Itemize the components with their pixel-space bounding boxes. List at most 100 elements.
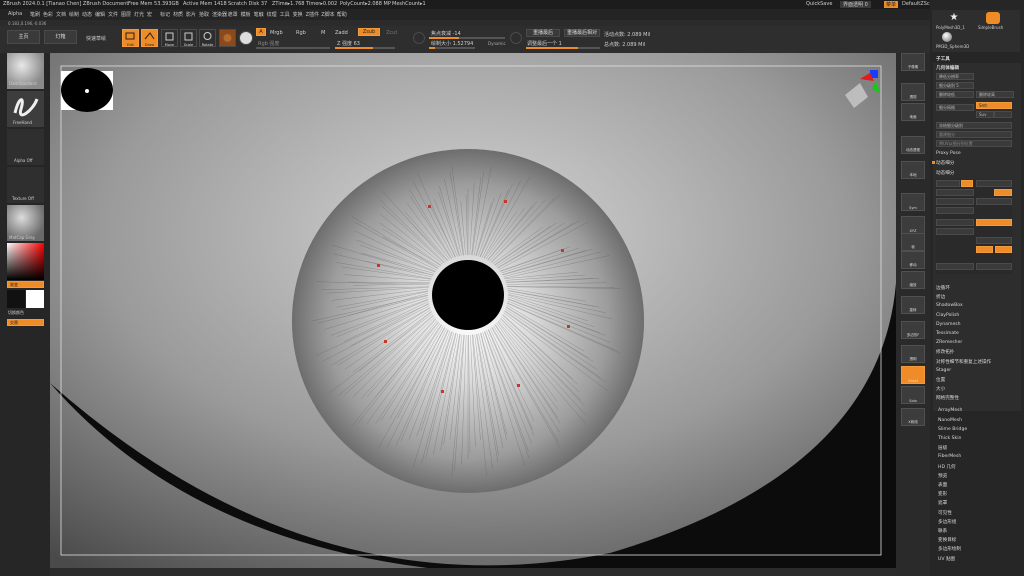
- menu-item[interactable]: 标记: [160, 11, 170, 18]
- subpalette-item[interactable]: ZRemesher: [936, 340, 962, 345]
- subpalette-item[interactable]: 边循环: [936, 285, 950, 291]
- menu-item[interactable]: 帮助: [337, 11, 347, 18]
- menu-item[interactable]: 遮罩: [228, 11, 238, 18]
- menus-button[interactable]: 菜单: [884, 1, 899, 8]
- subpalette-item[interactable]: 可见性: [938, 510, 952, 516]
- m-button[interactable]: M: [321, 30, 325, 36]
- shelf-button[interactable]: 动态透视: [901, 136, 925, 154]
- subpalette-item[interactable]: Thick Skin: [938, 436, 961, 441]
- subtool-header[interactable]: 子工具: [936, 56, 950, 62]
- subpalette-item[interactable]: 联系: [938, 528, 947, 534]
- shelf-button[interactable]: 本地: [901, 161, 925, 179]
- subpalette-item[interactable]: ArrayMesh: [938, 408, 962, 413]
- menu-item[interactable]: 笔触: [254, 11, 264, 18]
- shelf-button[interactable]: 地面: [901, 103, 925, 121]
- dyn-option-8[interactable]: [936, 207, 974, 214]
- shelf-button[interactable]: 透视: [901, 83, 925, 101]
- subpalette-item[interactable]: ShadowBox: [936, 303, 963, 308]
- draw-size-slider[interactable]: 绘制大小 1.52794: [431, 40, 473, 47]
- uv-to-position-button[interactable]: 将UV从细分到位置: [936, 140, 1012, 147]
- proxy-pose-item[interactable]: Proxy Pose: [936, 151, 961, 156]
- geometry-header[interactable]: 几何体编辑: [936, 65, 959, 71]
- subpalette-item[interactable]: Dynamesh: [936, 322, 961, 327]
- lower-res-button[interactable]: 降低分辨率: [936, 73, 974, 80]
- edit-button[interactable]: Edit: [122, 29, 139, 47]
- shelf-button[interactable]: 移动: [901, 251, 925, 269]
- subpalette-item[interactable]: 多边形组: [938, 519, 956, 525]
- quicksave-button[interactable]: QuickSave: [806, 1, 832, 7]
- dyn-option-14[interactable]: [995, 246, 1012, 253]
- menu-item[interactable]: 灯光: [134, 11, 144, 18]
- shelf-button[interactable]: 子像素: [901, 53, 925, 71]
- rgb-intensity-slider[interactable]: Rgb 强度: [258, 40, 279, 47]
- dyn-option-3[interactable]: [976, 180, 1012, 187]
- subpalette-item[interactable]: UV 贴图: [938, 556, 955, 562]
- subpalette-item[interactable]: 修改拓扑: [936, 349, 954, 355]
- dyn-option-6[interactable]: [936, 198, 974, 205]
- zadd-button[interactable]: Zadd: [335, 30, 348, 36]
- subpalette-item[interactable]: Slime Bridge: [938, 427, 967, 432]
- dyn-option-13[interactable]: [976, 246, 993, 253]
- gradient-button[interactable]: 渐变: [7, 281, 44, 288]
- rotate-button[interactable]: Rotate: [199, 29, 216, 47]
- smt-toggle[interactable]: Smt: [976, 102, 1012, 109]
- dyn-option-12[interactable]: [976, 237, 1012, 244]
- suv-toggle[interactable]: Suv: [976, 111, 994, 118]
- subpalette-item[interactable]: 表面: [938, 482, 947, 488]
- a-button[interactable]: A: [256, 28, 266, 36]
- scale-button[interactable]: Scale: [180, 29, 197, 47]
- dyn-option-15[interactable]: [936, 263, 974, 270]
- draw-size-track[interactable]: [429, 47, 475, 49]
- shelf-button[interactable]: 帧: [901, 233, 925, 251]
- subpalette-item[interactable]: 大小: [936, 386, 945, 392]
- material-swatch[interactable]: [219, 29, 236, 47]
- shelf-button[interactable]: Sym: [901, 193, 925, 211]
- dyn-option-2[interactable]: [961, 180, 973, 187]
- replay-last-button[interactable]: 重播最后: [526, 29, 560, 37]
- reconstruct-subdiv-button[interactable]: 重建细分: [936, 131, 1012, 138]
- menu-item[interactable]: 影片: [186, 11, 196, 18]
- delete-lower-button[interactable]: 删除较低: [936, 91, 974, 98]
- shelf-button[interactable]: Ghost: [901, 366, 925, 384]
- shelf-button[interactable]: 透明: [901, 345, 925, 363]
- sphere-tool-thumb[interactable]: [942, 32, 952, 42]
- lightbox-button[interactable]: 灯箱: [44, 30, 77, 44]
- menu-item[interactable]: 渲染器: [212, 11, 227, 18]
- menu-item[interactable]: 文档: [56, 11, 66, 18]
- subpalette-item[interactable]: FiberMesh: [938, 454, 961, 459]
- menu-item[interactable]: 变换: [293, 11, 303, 18]
- subpalette-item[interactable]: 层级: [938, 445, 947, 451]
- primary-color-swatch[interactable]: [7, 290, 25, 308]
- menu-item[interactable]: 编辑: [95, 11, 105, 18]
- shelf-button[interactable]: XYZ: [901, 216, 925, 234]
- divide-button[interactable]: 细分网格: [936, 104, 974, 111]
- focal-shift-slider[interactable]: 焦点衰减 -14: [431, 30, 461, 37]
- shelf-button[interactable]: 缩放: [901, 271, 925, 289]
- menu-item[interactable]: Z插件: [306, 11, 319, 18]
- dyn-option-4[interactable]: [936, 189, 974, 196]
- dynamic-toggle[interactable]: Dynamic: [488, 41, 506, 46]
- reuv-toggle[interactable]: [994, 111, 1012, 118]
- menu-item[interactable]: 工具: [280, 11, 290, 18]
- rgb-intensity-track[interactable]: [256, 47, 330, 49]
- color-picker[interactable]: [7, 243, 44, 280]
- secondary-color-swatch[interactable]: [26, 290, 44, 308]
- rgb-button[interactable]: Rgb: [296, 30, 306, 36]
- switch-color-button[interactable]: 切换颜色: [8, 310, 24, 316]
- menu-item[interactable]: 文件: [108, 11, 118, 18]
- freeze-subdivision-button[interactable]: 冻结细分级别: [936, 122, 1012, 129]
- shelf-button[interactable]: 旋转: [901, 296, 925, 314]
- menu-item[interactable]: 动态: [82, 11, 92, 18]
- sdiv-slider[interactable]: 细分级别 5: [936, 82, 974, 89]
- dyn-option-9[interactable]: [976, 219, 1012, 226]
- subpalette-item[interactable]: 对称性细节和重复上述操作: [936, 359, 991, 365]
- menu-item[interactable]: Z脚本: [321, 11, 334, 18]
- zsub-button[interactable]: Zsub: [358, 28, 380, 36]
- delete-higher-button[interactable]: 删除较高: [976, 91, 1014, 98]
- canvas-viewport[interactable]: [50, 53, 896, 568]
- subpalette-item[interactable]: 多边形绘制: [938, 546, 961, 552]
- menu-item[interactable]: 图层: [121, 11, 131, 18]
- dyn-option-5[interactable]: [994, 189, 1012, 196]
- shelf-button[interactable]: Solo: [901, 386, 925, 404]
- menu-item[interactable]: 纹理: [267, 11, 277, 18]
